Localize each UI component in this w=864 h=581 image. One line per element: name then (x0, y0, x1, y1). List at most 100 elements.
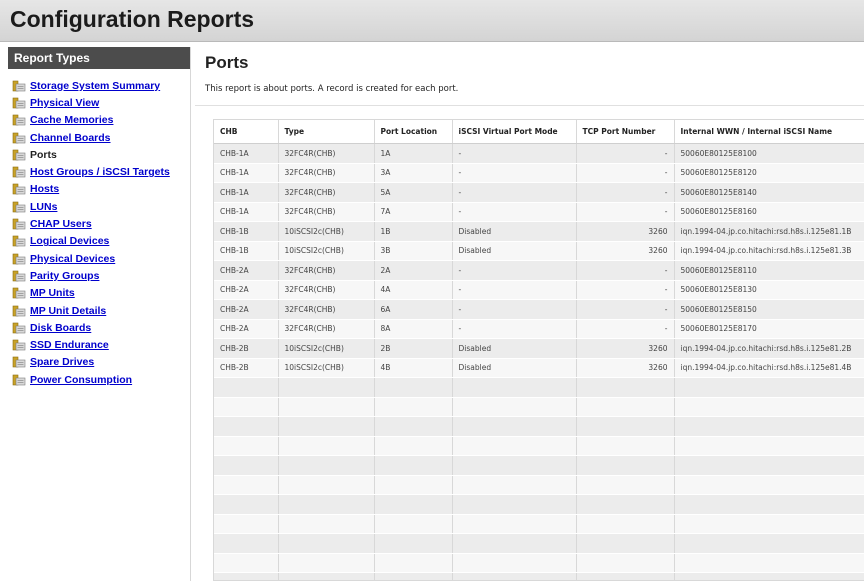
table-cell (576, 533, 675, 554)
title-bar: Configuration Reports (0, 0, 864, 42)
sidebar-item-power-consumption[interactable]: Power Consumption (8, 371, 190, 388)
table-cell: CHB-1A (214, 143, 279, 164)
table-cell: - (576, 163, 675, 183)
sidebar-item-label: Physical View (30, 96, 100, 109)
table-cell: 32FC4R(CHB) (278, 299, 375, 320)
table-cell: 50060E80125E8160 (674, 202, 864, 222)
table-cell (452, 514, 577, 534)
table-cell: - (576, 182, 675, 203)
sidebar-item-hosts[interactable]: Hosts (8, 181, 190, 198)
table-cell (214, 572, 279, 580)
sidebar-item-spare-drives[interactable]: Spare Drives (8, 354, 190, 371)
table-cell (674, 494, 864, 515)
sidebar-item-label: Logical Devices (30, 235, 110, 248)
column-header[interactable]: CHB (214, 120, 279, 144)
sidebar-item-physical-devices[interactable]: Physical Devices (8, 250, 190, 267)
sidebar-item-logical-devices[interactable]: Logical Devices (8, 233, 190, 250)
sidebar-item-mp-unit-details[interactable]: MP Unit Details (8, 302, 190, 319)
table-cell: 10iSCSI2c(CHB) (278, 221, 375, 242)
table-cell (214, 397, 279, 417)
table-cell (452, 397, 577, 417)
table-cell (452, 475, 577, 495)
table-cell: 32FC4R(CHB) (278, 143, 375, 164)
table-cell (374, 572, 453, 580)
table-cell (576, 377, 675, 398)
sidebar-item-storage-system-summary[interactable]: Storage System Summary (8, 77, 190, 94)
table-cell (576, 455, 675, 476)
table-cell: 32FC4R(CHB) (278, 182, 375, 203)
column-header[interactable]: Type (278, 120, 375, 144)
report-folder-icon (12, 201, 26, 213)
table-cell: Disabled (452, 358, 577, 378)
table-cell: 10iSCSI2c(CHB) (278, 358, 375, 378)
table-cell: 7A (374, 202, 453, 222)
table-cell: - (452, 163, 577, 183)
column-header[interactable]: Port Location (374, 120, 453, 144)
table-row: CHB-2A 32FC4R(CHB) 2A - -50060E80125E8110 (214, 260, 864, 281)
table-cell (452, 455, 577, 476)
sidebar-item-physical-view[interactable]: Physical View (8, 94, 190, 111)
main-content: Ports This report is about ports. A reco… (195, 47, 864, 581)
table-cell: 50060E80125E8150 (674, 299, 864, 320)
table-cell (452, 377, 577, 398)
table-cell (576, 416, 675, 437)
table-cell: 4A (374, 280, 453, 300)
sidebar-item-mp-units[interactable]: MP Units (8, 285, 190, 302)
table-cell (374, 494, 453, 515)
table-cell: CHB-1B (214, 241, 279, 261)
column-header[interactable]: TCP Port Number (576, 120, 675, 144)
table-cell (576, 436, 675, 456)
table-cell: Disabled (452, 338, 577, 359)
table-cell: - (452, 143, 577, 164)
column-header[interactable]: Internal WWN / Internal iSCSI Name (674, 120, 864, 144)
table-cell: 1A (374, 143, 453, 164)
sidebar-item-parity-groups[interactable]: Parity Groups (8, 267, 190, 284)
table-cell (214, 533, 279, 554)
ports-table-container[interactable]: CHB Type Port Location iSCSI Virtual Port M… (213, 119, 864, 581)
sidebar-item-label: LUNs (30, 200, 58, 213)
table-cell: 2B (374, 338, 453, 359)
table-cell (576, 397, 675, 417)
table-cell (452, 416, 577, 437)
sidebar-item-channel-boards[interactable]: Channel Boards (8, 129, 190, 146)
column-header[interactable]: iSCSI Virtual Port Mode (452, 120, 577, 144)
sidebar-item-cache-memories[interactable]: Cache Memories (8, 112, 190, 129)
sidebar-item-chap-users[interactable]: CHAP Users (8, 215, 190, 232)
sidebar-item-ssd-endurance[interactable]: SSD Endurance (8, 336, 190, 353)
sidebar-item-disk-boards[interactable]: Disk Boards (8, 319, 190, 336)
report-folder-icon (12, 166, 26, 178)
table-cell (278, 475, 375, 495)
table-row: CHB-2B 10iSCSI2c(CHB) 4B Disabled 3260 iqn.19… (214, 358, 864, 378)
table-cell: 3260 (576, 241, 675, 261)
empty-table-row (214, 416, 864, 437)
table-cell (214, 553, 279, 573)
report-folder-icon (12, 236, 26, 247)
table-cell: iqn.1994-04.jp.co.hitachi:rsd.h8s.i.125e… (674, 358, 864, 378)
table-cell: 3A (374, 163, 453, 183)
table-cell (452, 533, 577, 554)
report-folder-icon (12, 374, 26, 385)
table-cell (374, 397, 453, 417)
report-folder-icon (12, 305, 26, 316)
table-cell: 50060E80125E8110 (674, 260, 864, 281)
empty-table-row (214, 494, 864, 515)
table-cell: 6A (374, 299, 453, 320)
table-cell (374, 514, 453, 534)
ports-table: CHB Type Port Location iSCSI Virtual Port M… (214, 120, 864, 580)
table-cell (674, 455, 864, 476)
table-cell: CHB-2A (214, 280, 279, 300)
empty-table-row (214, 397, 864, 417)
table-cell (374, 475, 453, 495)
sidebar-item-host-groups-iscsi-targets[interactable]: Host Groups / iSCSI Targets (8, 163, 190, 180)
table-cell: CHB-2A (214, 299, 279, 320)
table-cell: - (452, 319, 577, 339)
empty-table-row (214, 455, 864, 476)
report-folder-icon (12, 97, 26, 109)
table-row: CHB-1A 32FC4R(CHB) 3A - -50060E80125E8120 (214, 163, 864, 183)
table-row: CHB-2A 32FC4R(CHB) 6A - -50060E80125E8150 (214, 299, 864, 320)
table-cell (576, 475, 675, 495)
table-cell (674, 533, 864, 554)
table-cell: 32FC4R(CHB) (278, 280, 375, 300)
sidebar-item-luns[interactable]: LUNs (8, 198, 190, 215)
table-cell: 50060E80125E8140 (674, 182, 864, 203)
